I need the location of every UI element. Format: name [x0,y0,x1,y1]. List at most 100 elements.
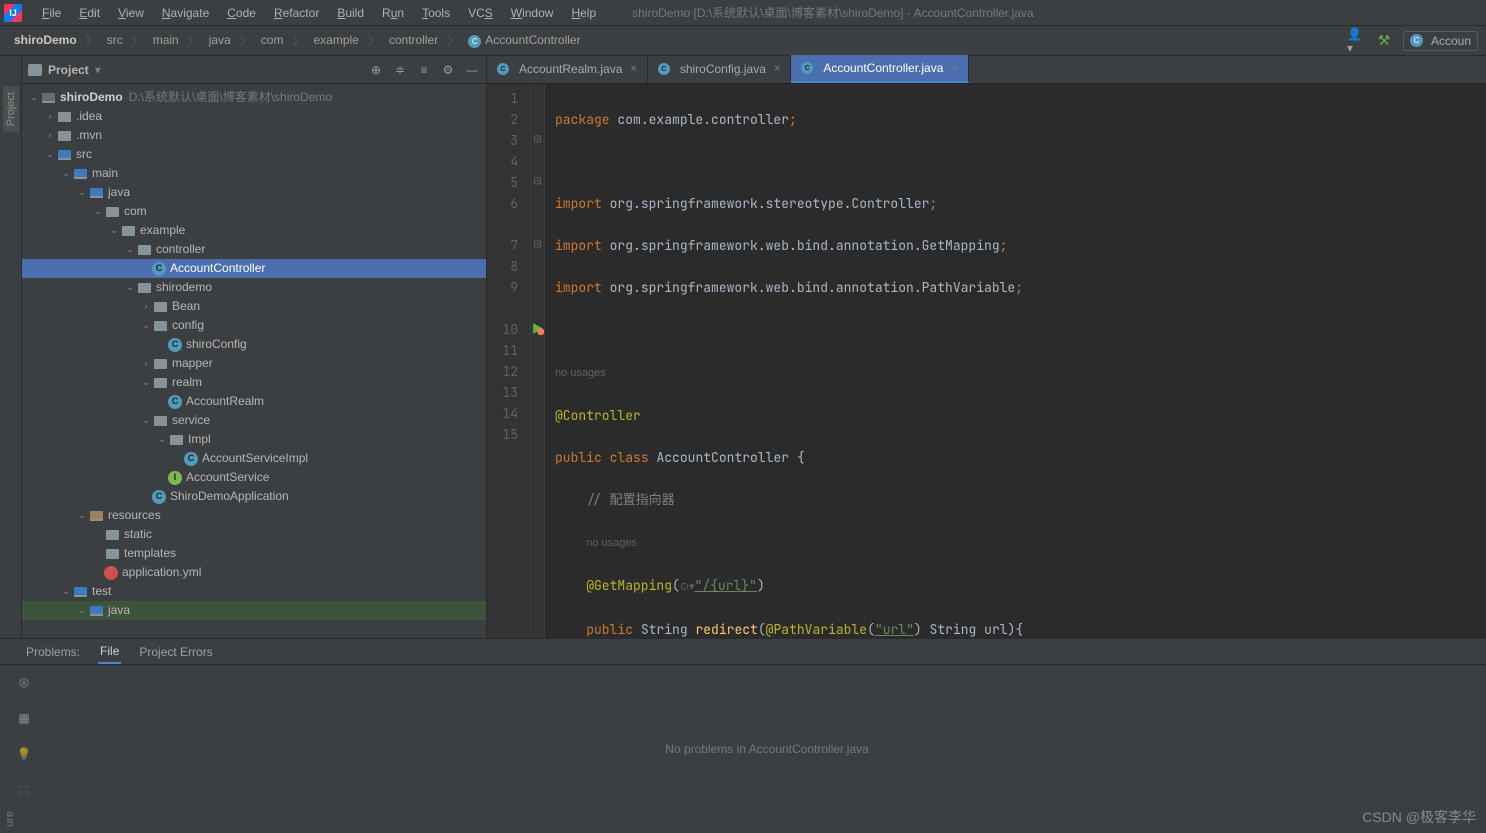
tree-item[interactable]: ⌄config [22,316,486,335]
disclosure-icon[interactable]: ⌄ [140,413,152,427]
menu-build[interactable]: Build [329,3,372,23]
disclosure-icon[interactable]: › [44,109,56,123]
panel-title[interactable]: Project ▾ [28,63,101,77]
disclosure-icon[interactable]: ⌄ [44,147,56,161]
disclosure-icon[interactable]: ⌄ [76,508,88,522]
disclosure-icon[interactable]: ⌄ [92,204,104,218]
crumb-item[interactable]: example [307,31,364,49]
disclosure-icon[interactable]: ⌄ [76,603,88,617]
gear-icon[interactable]: ⚙ [440,62,456,78]
disclosure-icon[interactable]: ⌄ [140,375,152,389]
disclosure-icon[interactable]: ⌄ [60,166,72,180]
problems-tab-errors[interactable]: Project Errors [137,641,214,663]
project-tree[interactable]: ⌄ shiroDemo D:\系统默认\桌面\博客素材\shiroDemo ›.… [22,84,486,638]
disclosure-icon[interactable]: ⌄ [156,432,168,446]
tree-item[interactable]: CAccountServiceImpl [22,449,486,468]
disclosure-icon[interactable]: ⌄ [140,318,152,332]
class-icon: C [168,338,182,352]
tool-tab-project[interactable]: Project [3,86,19,132]
target-icon[interactable]: ◎ [15,673,33,691]
editor-tab[interactable]: CshiroConfig.java× [648,55,791,83]
tree-item[interactable]: ⌄service [22,411,486,430]
close-icon[interactable]: × [630,63,636,75]
crumb-item[interactable]: main [147,31,185,49]
code-editor[interactable]: package com.example.controller; import o… [545,84,1486,638]
chevron-right-icon: 〉 [187,32,201,49]
menu-help[interactable]: Help [563,3,604,23]
menu-refactor[interactable]: Refactor [266,3,327,23]
tree-item[interactable]: ›.mvn [22,126,486,145]
tree-item[interactable]: IAccountService [22,468,486,487]
menu-code[interactable]: Code [219,3,264,23]
crumb-item[interactable]: com [255,31,290,49]
problems-tab-file[interactable]: File [98,640,121,664]
user-icon[interactable]: 👤▾ [1347,32,1365,50]
close-icon[interactable]: × [774,63,780,75]
disclosure-icon[interactable]: ⌄ [124,242,136,256]
run-config-selector[interactable]: CAccoun [1403,31,1478,51]
tree-item[interactable]: application.yml [22,563,486,582]
disclosure-icon[interactable]: ⌄ [76,185,88,199]
chevron-down-icon[interactable]: ⌄ [28,90,40,104]
tree-item[interactable]: ›mapper [22,354,486,373]
crumb-root[interactable]: shiroDemo [8,31,83,49]
tree-item[interactable]: ⌄src [22,145,486,164]
tree-item[interactable]: ⌄main [22,164,486,183]
tree-item[interactable]: static [22,525,486,544]
menu-vcs[interactable]: VCS [460,3,501,23]
tree-item[interactable]: CShiroDemoApplication [22,487,486,506]
disclosure-icon[interactable]: ⌄ [124,280,136,294]
problems-tab-label[interactable]: Problems: [24,641,82,663]
run-gutter-icon[interactable] [531,322,544,335]
tree-item[interactable]: ⌄shirodemo [22,278,486,297]
collapse-all-icon[interactable]: ≡ [416,62,432,78]
tree-item[interactable]: ⌄realm [22,373,486,392]
close-icon[interactable]: × [951,62,957,74]
tree-item[interactable]: ›Bean [22,297,486,316]
bulb-icon[interactable]: 💡 [15,745,33,763]
disclosure-icon[interactable]: › [140,356,152,370]
disclosure-icon[interactable]: › [140,299,152,313]
tree-item[interactable]: ⌄test [22,582,486,601]
select-opened-icon[interactable]: ⊕ [368,62,384,78]
crumb-item[interactable]: CAccountController [462,31,586,49]
interface-icon: I [168,471,182,485]
tree-root[interactable]: ⌄ shiroDemo D:\系统默认\桌面\博客素材\shiroDemo [22,88,486,107]
hide-icon[interactable]: — [464,62,480,78]
tree-item[interactable]: CshiroConfig [22,335,486,354]
menu-window[interactable]: Window [503,3,562,23]
tree-item[interactable]: ⌄example [22,221,486,240]
tree-item[interactable]: ›.idea [22,107,486,126]
grid-icon[interactable]: ▦ [15,709,33,727]
tree-item[interactable]: ⌄com [22,202,486,221]
menu-run[interactable]: Run [374,3,412,23]
disclosure-icon[interactable]: › [44,128,56,142]
disclosure-icon[interactable]: ⌄ [108,223,120,237]
menu-tools[interactable]: Tools [414,3,458,23]
tree-item[interactable]: CAccountRealm [22,392,486,411]
disclosure-icon[interactable]: ⌄ [60,584,72,598]
editor-tabs: CAccountRealm.java×CshiroConfig.java×CAc… [487,56,1486,84]
chevron-right-icon: 〉 [291,32,305,49]
expand-all-icon[interactable]: ≑ [392,62,408,78]
crumb-item[interactable]: java [203,31,237,49]
menu-view[interactable]: View [110,3,152,23]
menu-navigate[interactable]: Navigate [154,3,217,23]
tree-item[interactable]: ⌄java [22,601,486,620]
build-icon[interactable]: ⚒ [1375,32,1393,50]
menu-file[interactable]: File [34,3,69,23]
tree-item[interactable]: templates [22,544,486,563]
structure-tab[interactable]: ure [4,811,16,827]
menu-edit[interactable]: Edit [71,3,108,23]
tree-item[interactable]: ⌄resources [22,506,486,525]
crumb-item[interactable]: src [101,31,129,49]
editor-tab[interactable]: CAccountRealm.java× [487,55,648,83]
tree-item[interactable]: ⌄controller [22,240,486,259]
tree-item-selected[interactable]: CAccountController [22,259,486,278]
tree-item[interactable]: ⌄java [22,183,486,202]
editor-tab[interactable]: CAccountController.java× [791,55,969,83]
main-area: Project Project ▾ ⊕ ≑ ≡ ⚙ — ⌄ shir [0,56,1486,638]
crumb-item[interactable]: controller [383,31,444,49]
tree-item[interactable]: ⌄Impl [22,430,486,449]
pin-icon[interactable]: ⬚ [15,781,33,799]
